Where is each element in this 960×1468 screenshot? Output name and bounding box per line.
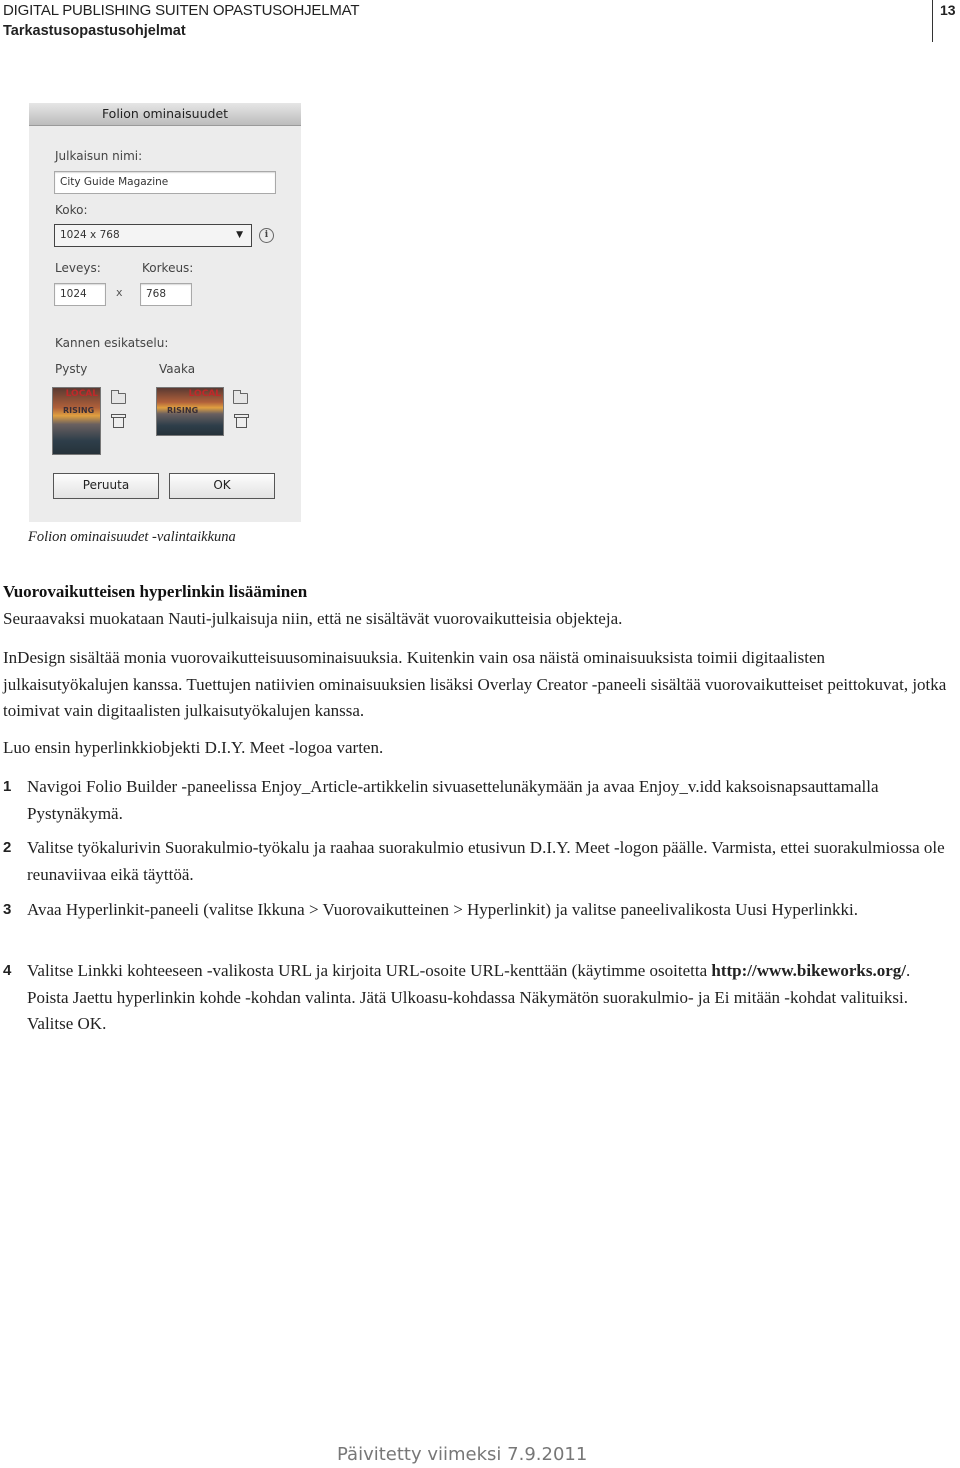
publication-name-input[interactable]: City Guide Magazine <box>54 171 276 194</box>
section-title: Vuorovaikutteisen hyperlinkin lisääminen <box>3 582 308 601</box>
landscape-folder-icon[interactable] <box>233 390 248 404</box>
figure-caption: Folion ominaisuudet -valintaikkuna <box>28 529 236 545</box>
thumb-title: LOCAL <box>188 389 221 399</box>
portrait-label: Pysty <box>55 362 88 376</box>
cancel-button[interactable]: Peruuta <box>53 473 159 499</box>
page-number-divider <box>932 0 933 42</box>
size-select-value: 1024 x 768 <box>60 229 120 241</box>
dimension-separator: x <box>116 286 123 299</box>
step-number: 3 <box>3 901 12 918</box>
portrait-folder-icon[interactable] <box>111 390 126 404</box>
last-updated-footer: Päivitetty viimeksi 7.9.2011 <box>337 1444 588 1465</box>
width-input[interactable]: 1024 <box>54 283 106 306</box>
step-text: Navigoi Folio Builder -paneelissa Enjoy_… <box>27 777 879 823</box>
running-header-title: DIGITAL PUBLISHING SUITEN OPASTUSOHJELMA… <box>3 2 360 19</box>
paragraph-intro: Seuraavaksi muokataan Nauti-julkaisuja n… <box>3 609 623 628</box>
portrait-delete-icon[interactable] <box>111 414 126 428</box>
height-input[interactable]: 768 <box>140 283 192 306</box>
height-label: Korkeus: <box>142 261 194 275</box>
info-icon[interactable]: i <box>259 228 274 243</box>
size-select[interactable]: 1024 x 768 ▼ <box>54 224 252 247</box>
paragraph-indesign: InDesign sisältää monia vuorovaikutteisu… <box>3 648 947 720</box>
step-text: Avaa Hyperlinkit-paneeli (valitse Ikkuna… <box>27 900 858 919</box>
thumb-subtitle: RISING <box>63 406 95 415</box>
page-number: 13 <box>940 2 956 18</box>
width-label: Leveys: <box>55 261 101 275</box>
landscape-delete-icon[interactable] <box>234 414 249 428</box>
step-number: 1 <box>3 778 12 795</box>
step-4: 4 Valitse Linkki kohteeseen -valikosta U… <box>3 958 953 1038</box>
running-header-subtitle: Tarkastusopastusohjelmat <box>3 23 186 39</box>
cover-preview-label: Kannen esikatselu: <box>55 336 169 350</box>
publication-name-label: Julkaisun nimi: <box>55 149 143 163</box>
size-label: Koko: <box>55 203 88 217</box>
thumb-title: LOCAL <box>65 389 98 399</box>
step-number: 2 <box>3 839 12 856</box>
dialog-title: Folion ominaisuudet <box>29 103 301 126</box>
step-text: Valitse työkalurivin Suorakulmio-työkalu… <box>27 838 945 884</box>
landscape-cover-thumbnail: LOCAL RISING <box>156 387 224 436</box>
example-url: http://www.bikeworks.org/ <box>711 961 906 980</box>
step-3: 3 Avaa Hyperlinkit-paneeli (valitse Ikku… <box>3 897 953 924</box>
thumb-subtitle: RISING <box>167 406 199 415</box>
landscape-label: Vaaka <box>159 362 196 376</box>
step-number: 4 <box>3 962 12 979</box>
step-1: 1 Navigoi Folio Builder -paneelissa Enjo… <box>3 774 953 827</box>
portrait-cover-thumbnail: LOCAL RISING <box>52 387 101 455</box>
paragraph-create-hyperlink: Luo ensin hyperlinkkiobjekti D.I.Y. Meet… <box>3 738 384 757</box>
chevron-down-icon: ▼ <box>236 230 243 240</box>
ok-button[interactable]: OK <box>169 473 275 499</box>
step-2: 2 Valitse työkalurivin Suorakulmio-työka… <box>3 835 953 888</box>
folio-properties-dialog: Folion ominaisuudet Julkaisun nimi: City… <box>29 103 301 522</box>
step-text-before: Valitse Linkki kohteeseen -valikosta URL… <box>27 961 712 980</box>
step-text: Valitse Linkki kohteeseen -valikosta URL… <box>27 958 953 1038</box>
